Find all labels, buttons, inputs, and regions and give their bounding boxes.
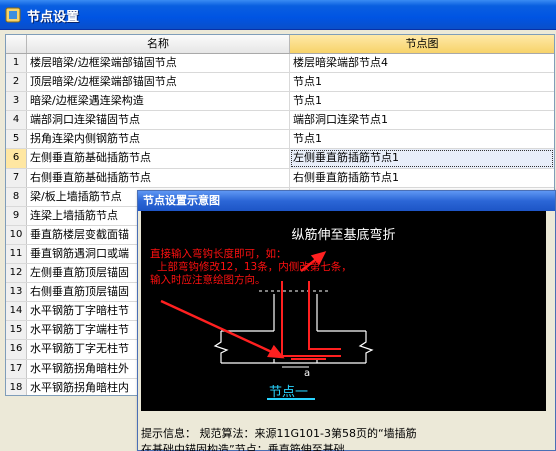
- row-name-cell[interactable]: 暗梁/边框梁遇连梁构造: [27, 92, 290, 111]
- window-title: 节点设置: [27, 10, 80, 25]
- break-left: [213, 331, 229, 363]
- row-node-cell[interactable]: 节点1: [290, 73, 554, 91]
- column-header-name[interactable]: 名称: [27, 35, 290, 53]
- row-number[interactable]: 6: [6, 149, 27, 168]
- annotation-arrow-1: [160, 299, 277, 356]
- instruction-note-line1: 直接输入弯钩长度即可，如：: [150, 248, 287, 260]
- row-node-cell[interactable]: 左侧垂直筋插筋节点1: [290, 149, 554, 168]
- row-name-cell[interactable]: 右侧垂直筋基础插筋节点: [27, 168, 290, 187]
- row-number[interactable]: 4: [6, 111, 27, 130]
- grid-header: 名称 节点图: [6, 35, 554, 54]
- row-node-cell[interactable]: 节点1: [290, 92, 554, 110]
- row-number[interactable]: 14: [6, 302, 27, 321]
- popup-title: 节点设置示意图: [138, 191, 555, 211]
- row-number[interactable]: 13: [6, 283, 27, 302]
- arrow-head-1: [267, 344, 285, 359]
- hint-info-line2: 在基础中锚固构造”节点：垂直筋伸至基础: [141, 443, 345, 451]
- node-caption: 节点一: [269, 385, 309, 400]
- diagram-heading: 纵筋伸至基底弯折: [291, 228, 396, 243]
- row-number[interactable]: 17: [6, 359, 27, 378]
- row-node-cell[interactable]: 楼层暗梁端部节点4: [290, 54, 554, 72]
- table-row[interactable]: 2 顶层暗梁/边框梁端部锚固节点 节点1: [6, 73, 554, 93]
- row-number[interactable]: 8: [6, 187, 27, 206]
- row-node-cell[interactable]: 右侧垂直筋插筋节点1: [290, 169, 554, 187]
- row-number[interactable]: 5: [6, 130, 27, 149]
- row-number[interactable]: 12: [6, 264, 27, 283]
- break-right: [358, 331, 374, 363]
- row-number[interactable]: 18: [6, 378, 27, 395]
- dimension-label: a: [304, 368, 311, 379]
- row-number[interactable]: 9: [6, 206, 27, 225]
- row-node-cell[interactable]: 节点1: [290, 130, 554, 148]
- node-diagram-popup: 节点设置示意图 纵筋伸至基底弯折 直接输入弯钩长度即可，如： 上部弯钩修改12，…: [137, 190, 556, 451]
- row-number[interactable]: 7: [6, 168, 27, 187]
- instruction-note-line2: 上部弯钩修改12，13条，内侧改第七条，: [157, 261, 352, 273]
- row-number[interactable]: 16: [6, 340, 27, 359]
- table-row[interactable]: 6 左侧垂直筋基础插筋节点 左侧垂直筋插筋节点1: [6, 149, 554, 169]
- row-node-cell[interactable]: 端部洞口连梁节点1: [290, 111, 554, 129]
- node-diagram-canvas: 纵筋伸至基底弯折 直接输入弯钩长度即可，如： 上部弯钩修改12，13条，内侧改第…: [141, 211, 546, 411]
- row-name-cell[interactable]: 楼层暗梁/边框梁端部锚固节点: [27, 54, 290, 73]
- settings-app-icon: [5, 7, 21, 23]
- row-number[interactable]: 1: [6, 54, 27, 73]
- table-row[interactable]: 4 端部洞口连梁锚固节点 端部洞口连梁节点1: [6, 111, 554, 131]
- row-name-cell[interactable]: 左侧垂直筋基础插筋节点: [27, 149, 290, 168]
- instruction-note-line3: 输入时应注意绘图方向。: [150, 274, 266, 286]
- rebar-left: [281, 281, 341, 357]
- table-row[interactable]: 7 右侧垂直筋基础插筋节点 右侧垂直筋插筋节点1: [6, 168, 554, 188]
- window-titlebar[interactable]: 节点设置: [0, 0, 556, 30]
- row-number-header: [6, 35, 27, 53]
- row-number[interactable]: 3: [6, 92, 27, 111]
- table-row[interactable]: 1 楼层暗梁/边框梁端部锚固节点 楼层暗梁端部节点4: [6, 54, 554, 74]
- table-row[interactable]: 3 暗梁/边框梁遇连梁构造 节点1: [6, 92, 554, 112]
- row-name-cell[interactable]: 顶层暗梁/边框梁端部锚固节点: [27, 73, 290, 92]
- hint-info: 提示信息： 规范算法：来源11G101-3第58页的“墙插筋: [141, 427, 417, 440]
- table-row[interactable]: 5 拐角连梁内侧钢筋节点 节点1: [6, 130, 554, 150]
- row-number[interactable]: 15: [6, 321, 27, 340]
- row-number[interactable]: 11: [6, 244, 27, 264]
- row-number[interactable]: 2: [6, 73, 27, 92]
- row-name-cell[interactable]: 端部洞口连梁锚固节点: [27, 111, 290, 130]
- row-name-cell[interactable]: 拐角连梁内侧钢筋节点: [27, 130, 290, 149]
- row-number[interactable]: 10: [6, 225, 27, 244]
- column-header-node[interactable]: 节点图: [290, 35, 554, 53]
